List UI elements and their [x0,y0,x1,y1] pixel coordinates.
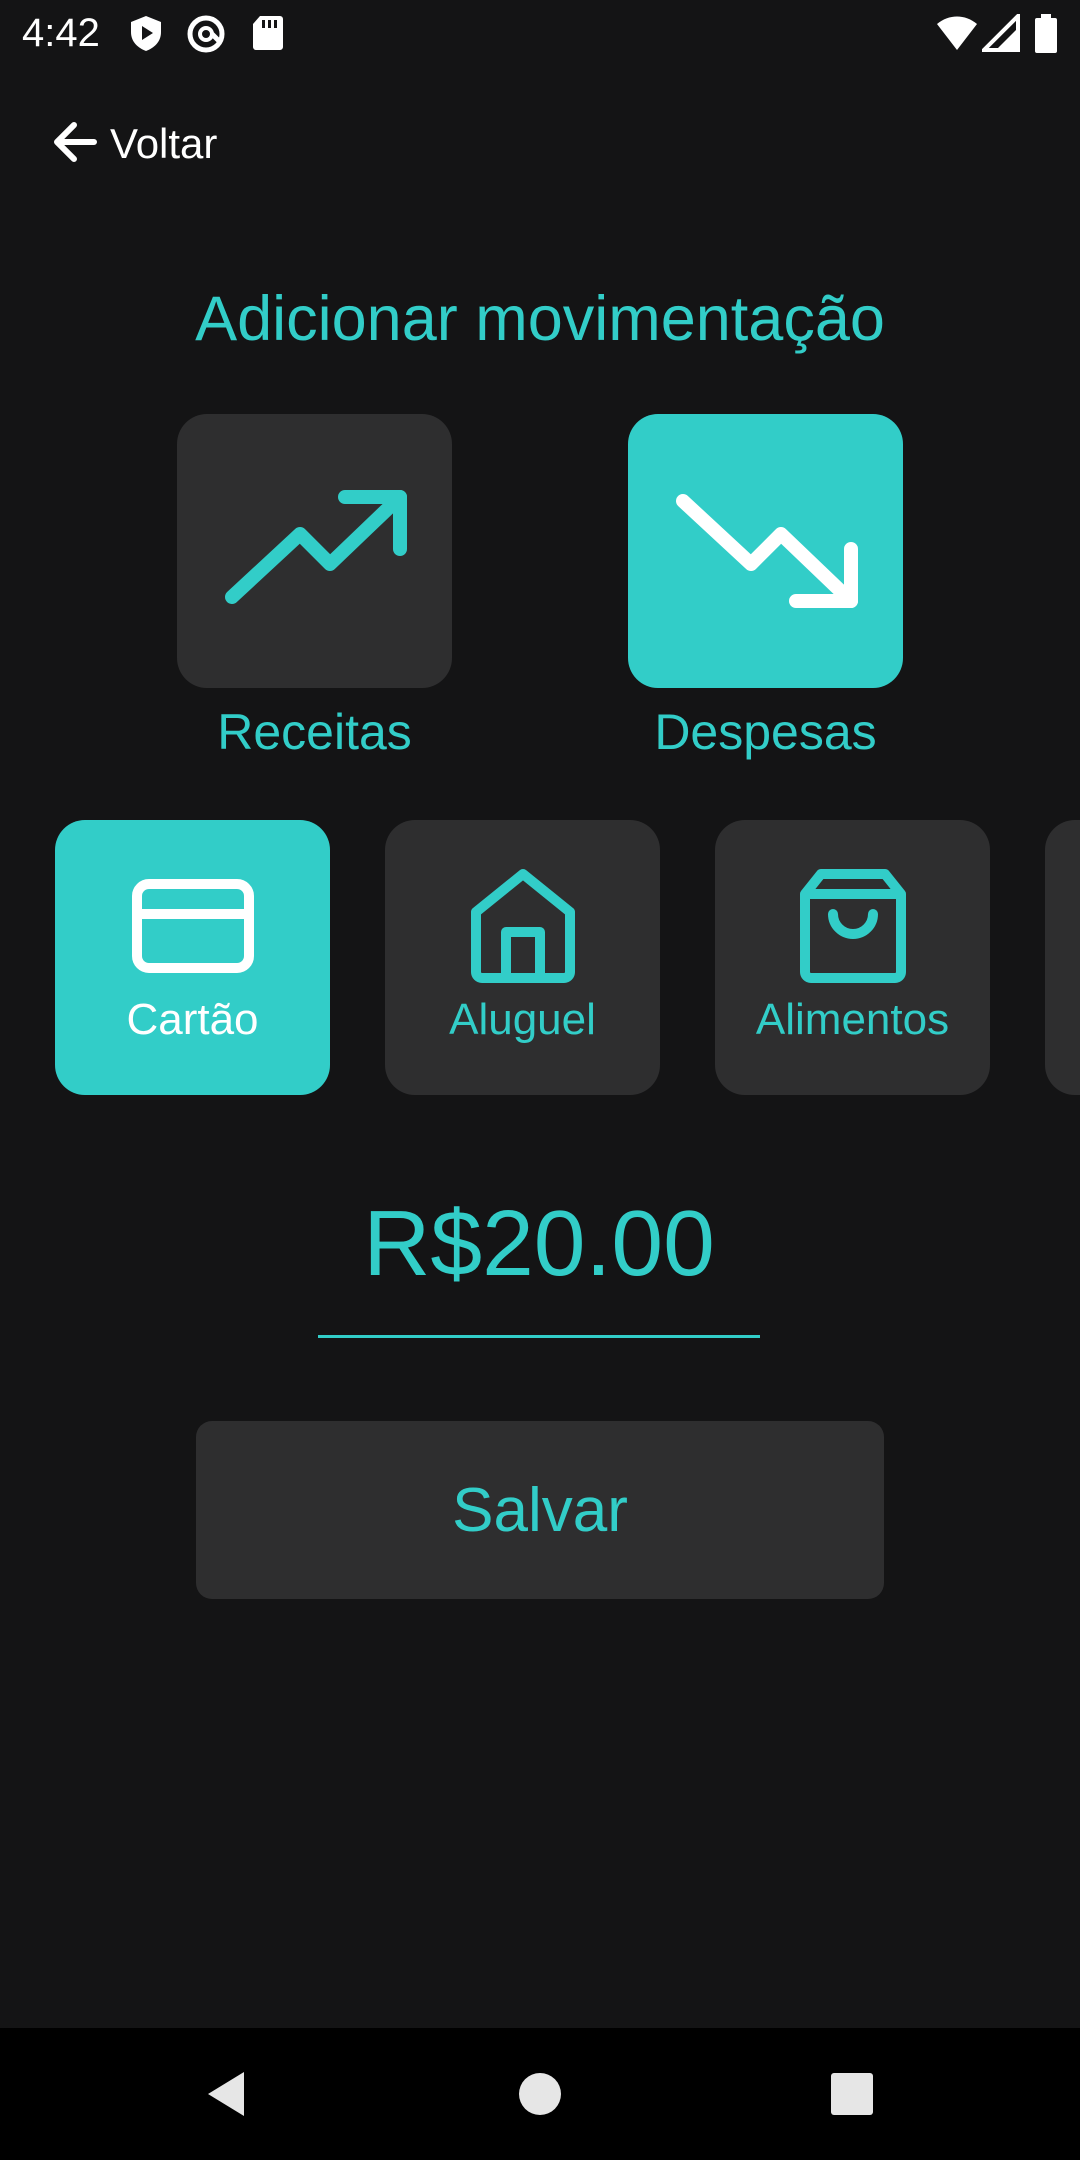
shopping-bag-icon [715,866,990,986]
wifi-icon [935,14,979,57]
type-despesas-button[interactable] [628,414,903,688]
category-list[interactable]: Cartão Aluguel Alimentos [0,820,1080,1095]
category-label: Aluguel [449,995,596,1044]
trending-up-icon [220,489,410,614]
category-label: Cartão [126,995,259,1044]
save-label: Salvar [452,1475,628,1545]
at-sign-icon [186,14,226,59]
category-alimentos[interactable]: Alimentos [715,820,990,1095]
recents-square-icon[interactable] [824,2066,880,2122]
status-time: 4:42 [22,11,100,55]
save-button[interactable]: Salvar [196,1421,884,1599]
category-label: Alimentos [755,995,950,1044]
category-partial[interactable] [1045,820,1080,1095]
category-aluguel[interactable]: Aluguel [385,820,660,1095]
type-receitas-label: Receitas [217,704,412,760]
page-title: Adicionar movimentação [195,284,885,354]
category-cartao[interactable]: Cartão [55,820,330,1095]
arrow-left-icon [50,117,100,172]
credit-card-icon [55,866,330,986]
battery-icon [1034,14,1058,59]
back-button[interactable]: Voltar [50,112,217,176]
navigation-bar [0,2028,1080,2160]
cellular-signal-icon [979,11,1020,57]
type-despesas-label: Despesas [654,704,877,760]
app-root: 4:42 Voltar Adicionar movimentação Recei… [0,0,1080,2160]
trending-down-icon [671,489,861,614]
back-label: Voltar [110,120,218,167]
status-bar: 4:42 [0,0,1080,68]
home-circle-icon[interactable] [512,2066,568,2122]
amount-input[interactable]: R$20.00 [318,1180,760,1338]
type-receitas-button[interactable] [177,414,452,688]
back-triangle-icon[interactable] [200,2066,256,2122]
shield-play-icon [128,14,164,57]
sd-card-icon [252,14,284,57]
home-icon [385,866,660,986]
amount-value: R$20.00 [363,1191,715,1295]
